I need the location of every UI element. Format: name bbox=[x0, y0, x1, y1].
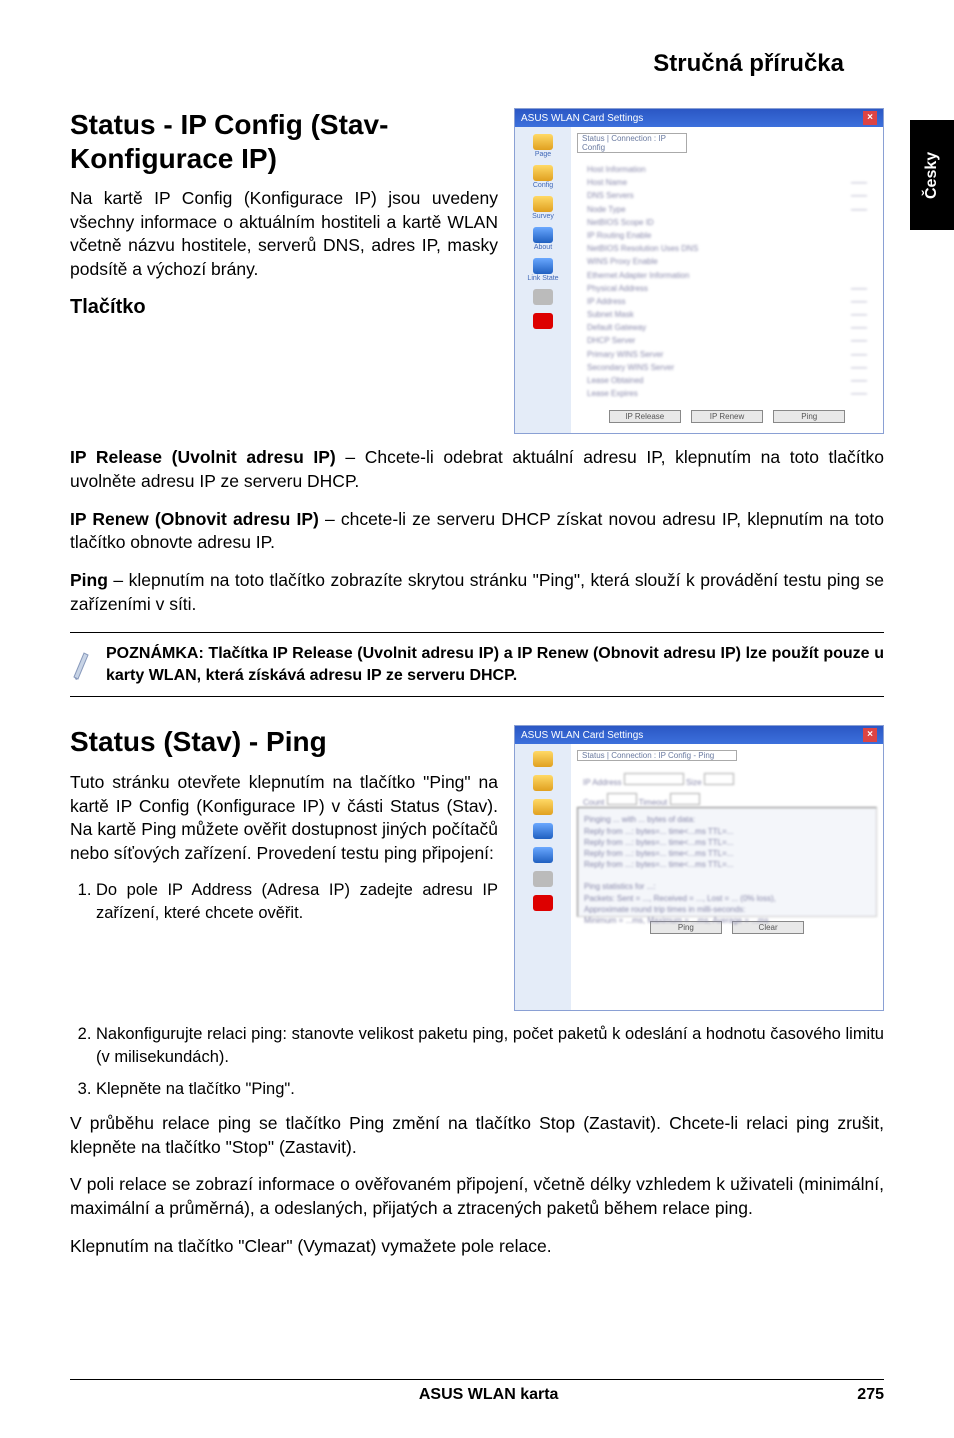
window-title-2: ASUS WLAN Card Settings bbox=[521, 730, 643, 741]
section2-p3: Klepnutím na tlačítko "Clear" (Vymazat) … bbox=[70, 1235, 884, 1259]
ip-address-input[interactable] bbox=[624, 773, 684, 785]
exit-icon[interactable] bbox=[533, 313, 553, 329]
exit-icon-2[interactable] bbox=[533, 895, 553, 911]
label-lease1: Lease Obtained bbox=[587, 375, 644, 386]
ipconfig-screenshot: ASUS WLAN Card Settings × Page Config Su… bbox=[514, 108, 884, 434]
label-swins: Secondary WINS Server bbox=[587, 362, 674, 373]
tab-page[interactable]: Page bbox=[535, 151, 551, 158]
ping-text: – klepnutím na toto tlačítko zobrazíte s… bbox=[70, 570, 884, 614]
label-physical: Physical Address bbox=[587, 283, 648, 294]
label-routing: NetBIOS Scope ID bbox=[587, 217, 654, 228]
section1-intro: Na kartě IP Config (Konfigurace IP) jsou… bbox=[70, 187, 498, 282]
label-dns: DNS Servers bbox=[587, 190, 634, 201]
ip-renew-label: IP Renew (Obnovit adresu IP) bbox=[70, 509, 319, 529]
label-lease2: Lease Expires bbox=[587, 388, 638, 399]
tab-about[interactable]: About bbox=[534, 244, 552, 251]
section2-heading: Status (Stav) - Ping bbox=[70, 725, 498, 759]
tab-linkstate[interactable]: Link State bbox=[527, 275, 558, 282]
language-tab: Česky bbox=[910, 120, 954, 230]
label-hostname: Host Name bbox=[587, 177, 627, 188]
label-netbios: NetBIOS Resolution Uses DNS bbox=[587, 243, 698, 254]
timeout-label: Timeout bbox=[639, 798, 668, 807]
label-dhcp: DHCP Server bbox=[587, 335, 635, 346]
footer-center-text: ASUS WLAN karta bbox=[120, 1386, 857, 1404]
misc-icon bbox=[533, 289, 553, 305]
note-pencil-icon bbox=[70, 647, 92, 681]
label-ipaddr: IP Address bbox=[587, 296, 626, 307]
ping-output-area: Pinging ... with ... bytes of data:Reply… bbox=[577, 807, 877, 917]
config-icon-2[interactable] bbox=[533, 775, 553, 791]
section1-heading: Status - IP Config (Stav-Konfigurace IP) bbox=[70, 108, 498, 175]
footer-page-number: 275 bbox=[857, 1386, 884, 1404]
size-label: Size bbox=[686, 778, 702, 787]
size-input[interactable] bbox=[704, 773, 734, 785]
timeout-input[interactable] bbox=[670, 793, 700, 805]
ip-release-label: IP Release (Uvolnit adresu IP) bbox=[70, 447, 336, 467]
note-block: POZNÁMKA: Tlačítka IP Release (Uvolnit a… bbox=[70, 632, 884, 697]
window-title-1: ASUS WLAN Card Settings bbox=[521, 113, 643, 124]
config-icon[interactable] bbox=[533, 165, 553, 181]
tab-selector-2[interactable]: Status | Connection : IP Config - Ping bbox=[577, 750, 737, 761]
ping-steps-list: Do pole IP Address (Adresa IP) zadejte a… bbox=[70, 879, 498, 924]
ip-release-button[interactable]: IP Release bbox=[609, 410, 681, 423]
ip-renew-paragraph: IP Renew (Obnovit adresu IP) – chcete-li… bbox=[70, 508, 884, 555]
tab-selector-1[interactable]: Status | Connection : IP Config bbox=[577, 133, 687, 153]
ip-release-paragraph: IP Release (Uvolnit adresu IP) – Chcete-… bbox=[70, 446, 884, 493]
tab-survey[interactable]: Survey bbox=[532, 213, 554, 220]
close-icon[interactable]: × bbox=[863, 111, 877, 125]
about-icon[interactable] bbox=[533, 227, 553, 243]
label-wins: WINS Proxy Enable bbox=[587, 256, 658, 267]
linkstate-icon[interactable] bbox=[533, 258, 553, 274]
page-footer: ASUS WLAN karta 275 bbox=[70, 1379, 884, 1404]
ping-steps-list-cont: Nakonfigurujte relaci ping: stanovte vel… bbox=[70, 1023, 884, 1100]
status-icon[interactable] bbox=[533, 134, 553, 150]
ping-step-2: Nakonfigurujte relaci ping: stanovte vel… bbox=[96, 1023, 884, 1068]
page-header-title: Stručná příručka bbox=[70, 50, 844, 78]
ip-renew-button[interactable]: IP Renew bbox=[691, 410, 763, 423]
ping-screenshot: ASUS WLAN Card Settings × Status | Conne… bbox=[514, 725, 884, 1011]
label-ipenable: IP Routing Enable bbox=[587, 230, 651, 241]
survey-icon-2[interactable] bbox=[533, 799, 553, 815]
button-subheading: Tlačítko bbox=[70, 296, 498, 319]
misc-icon-2 bbox=[533, 871, 553, 887]
close-icon-2[interactable]: × bbox=[863, 728, 877, 742]
count-input[interactable] bbox=[607, 793, 637, 805]
ping-button[interactable]: Ping bbox=[773, 410, 845, 423]
linkstate-icon-2[interactable] bbox=[533, 847, 553, 863]
count-label: Count bbox=[583, 798, 604, 807]
label-pwins: Primary WINS Server bbox=[587, 349, 663, 360]
status-icon-2[interactable] bbox=[533, 751, 553, 767]
label-nodetype: Node Type bbox=[587, 204, 626, 215]
section2-intro: Tuto stránku otevřete klepnutím na tlačí… bbox=[70, 771, 498, 866]
ip-address-label: IP Address bbox=[583, 778, 622, 787]
ping-paragraph: Ping – klepnutím na toto tlačítko zobraz… bbox=[70, 569, 884, 616]
ping-label: Ping bbox=[70, 570, 108, 590]
tab-config[interactable]: Config bbox=[533, 182, 553, 189]
section2-p1: V průběhu relace ping se tlačítko Ping z… bbox=[70, 1112, 884, 1159]
ping-step-3: Klepněte na tlačítko "Ping". bbox=[96, 1078, 884, 1100]
note-text: POZNÁMKA: Tlačítka IP Release (Uvolnit a… bbox=[106, 643, 884, 686]
ping-step-1: Do pole IP Address (Adresa IP) zadejte a… bbox=[96, 879, 498, 924]
label-gateway: Default Gateway bbox=[587, 322, 646, 333]
label-subnet: Subnet Mask bbox=[587, 309, 634, 320]
label-ethernet: Ethernet Adapter Information bbox=[587, 270, 689, 281]
survey-icon[interactable] bbox=[533, 196, 553, 212]
label-host: Host Information bbox=[587, 164, 646, 175]
about-icon-2[interactable] bbox=[533, 823, 553, 839]
section2-p2: V poli relace se zobrazí informace o ově… bbox=[70, 1173, 884, 1220]
